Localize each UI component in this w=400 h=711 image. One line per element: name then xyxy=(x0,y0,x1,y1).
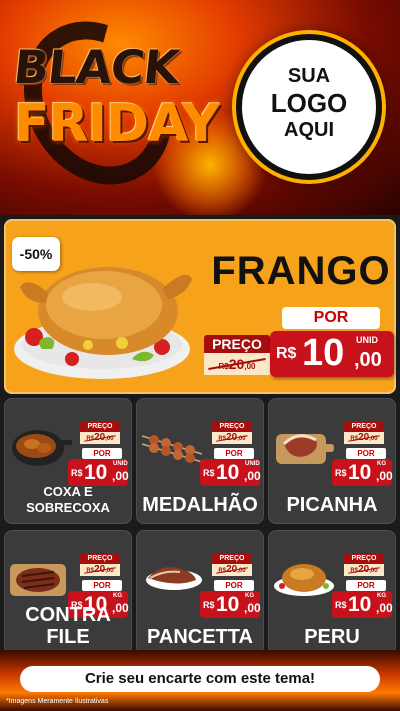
currency-symbol: R$ xyxy=(203,468,215,478)
new-price-label: POR xyxy=(214,448,254,459)
new-price-tag: R$ 10 UNID ,00 xyxy=(68,459,129,486)
old-price-label: PREÇO xyxy=(204,335,270,353)
new-price-tag: R$ 10 KG ,00 xyxy=(332,459,393,486)
old-price-value: R$20,00 xyxy=(344,432,384,444)
old-price-value: R$20,00 xyxy=(80,564,120,576)
picanha-board-image xyxy=(276,434,334,464)
skewers-image xyxy=(141,435,203,463)
product-card: PREÇO R$20,00 POR R$ 10 UNID ,00 COXA E … xyxy=(4,398,132,524)
new-price-label: POR xyxy=(82,448,122,459)
price-integer: 10 xyxy=(348,593,372,616)
old-price-label: PREÇO xyxy=(344,554,384,564)
product-name: PANCETTA xyxy=(147,626,253,648)
price-integer: 10 xyxy=(84,461,108,484)
old-price-value: R$20,00 xyxy=(212,564,252,576)
old-price-tag: PREÇO R$20,00 xyxy=(80,422,120,444)
old-price-value: R$20,00 xyxy=(204,353,270,375)
price-unit: UNID xyxy=(245,461,260,467)
price-unit: KG xyxy=(377,461,386,467)
price-integer: 10 xyxy=(302,332,345,374)
featured-product-card: -50% FRANGO PREÇO R$20,00 POR R$ 10 UNID… xyxy=(4,219,396,394)
price-unit: KG xyxy=(113,593,122,599)
old-price-label: PREÇO xyxy=(212,422,252,432)
new-price-label: POR xyxy=(282,307,380,329)
pancetta-image xyxy=(146,567,202,590)
price-decimal: ,00 xyxy=(354,349,382,371)
discount-badge: -50% xyxy=(12,237,60,271)
header-banner: BLACK FRIDAY SUA LOGO AQUI xyxy=(0,0,400,215)
old-price-value: R$20,00 xyxy=(212,432,252,444)
price-decimal: ,00 xyxy=(376,601,393,615)
old-price-tag: PREÇO R$20,00 xyxy=(80,554,120,576)
old-price-tag: PREÇO R$20,00 xyxy=(204,335,270,375)
price-unit: KG xyxy=(245,593,254,599)
old-price-label: PREÇO xyxy=(344,422,384,432)
price-integer: 10 xyxy=(348,461,372,484)
product-name: PICANHA xyxy=(286,494,378,516)
new-price-tag: R$ 10 KG ,00 xyxy=(332,591,393,618)
old-price-value: R$20,00 xyxy=(80,432,120,444)
product-card: PREÇO R$20,00 POR R$ 10 KG ,00 PERU xyxy=(268,530,396,656)
steak-board-image xyxy=(10,564,66,596)
currency-symbol: R$ xyxy=(203,600,215,610)
old-price-tag: PREÇO R$20,00 xyxy=(212,422,252,444)
old-price-label: PREÇO xyxy=(80,422,120,432)
title-black: BLACK xyxy=(11,40,182,94)
disclaimer-text: *Imagens Meramente Ilustrativas xyxy=(6,698,109,705)
product-name: CONTRA FILE xyxy=(25,604,111,648)
currency-symbol: R$ xyxy=(71,468,83,478)
logo-line-1: SUA xyxy=(287,65,331,87)
product-name: COXA E SOBRECOXA xyxy=(26,484,110,515)
new-price-tag: R$ 10 UNID ,00 xyxy=(270,331,394,377)
new-price-tag: R$ 10 KG ,00 xyxy=(200,591,261,618)
old-price-tag: PREÇO R$20,00 xyxy=(344,422,384,444)
new-price-label: POR xyxy=(214,580,254,591)
cta-banner[interactable]: Crie seu encarte com este tema! xyxy=(20,666,380,692)
new-price-tag: R$ 10 UNID ,00 xyxy=(200,459,261,486)
old-price-tag: PREÇO R$20,00 xyxy=(344,554,384,576)
product-card: PREÇO R$20,00 POR R$ 10 KG ,00 PICANHA xyxy=(268,398,396,524)
old-price-tag: PREÇO R$20,00 xyxy=(212,554,252,576)
currency-symbol: R$ xyxy=(276,345,297,362)
price-unit: UNID xyxy=(113,461,128,467)
price-decimal: ,00 xyxy=(244,469,261,483)
product-card: PREÇO R$20,00 POR R$ 10 KG ,00 PANCETTA xyxy=(136,530,264,656)
product-card: PREÇO R$20,00 POR R$ 10 KG ,00 CONTRA FI… xyxy=(4,530,132,656)
logo-line-2: LOGO xyxy=(270,88,348,118)
chicken-thigh-pan-image xyxy=(12,430,72,466)
price-decimal: ,00 xyxy=(112,469,129,483)
price-integer: 10 xyxy=(216,461,240,484)
new-price-label: POR xyxy=(346,580,386,591)
new-price-label: POR xyxy=(82,580,122,591)
price-decimal: ,00 xyxy=(244,601,261,615)
price-unit: UNID xyxy=(356,335,378,345)
featured-product-name: FRANGO xyxy=(211,249,391,293)
price-decimal: ,00 xyxy=(376,469,393,483)
price-integer: 10 xyxy=(216,593,240,616)
currency-symbol: R$ xyxy=(335,468,347,478)
new-price-label: POR xyxy=(346,448,386,459)
product-card: PREÇO R$20,00 POR R$ 10 UNID ,00 MEDALHÃ… xyxy=(136,398,264,524)
logo-placeholder: SUA LOGO AQUI xyxy=(236,34,382,180)
logo-line-3: AQUI xyxy=(284,119,334,141)
roast-turkey-image xyxy=(274,564,334,596)
old-price-label: PREÇO xyxy=(212,554,252,564)
black-friday-title: BLACK FRIDAY xyxy=(11,40,220,154)
title-friday: FRIDAY xyxy=(14,94,220,154)
product-name: PERU xyxy=(304,626,360,648)
product-name: MEDALHÃO xyxy=(142,494,258,516)
old-price-label: PREÇO xyxy=(80,554,120,564)
currency-symbol: R$ xyxy=(335,600,347,610)
price-unit: KG xyxy=(377,593,386,599)
old-price-value: R$20,00 xyxy=(344,564,384,576)
